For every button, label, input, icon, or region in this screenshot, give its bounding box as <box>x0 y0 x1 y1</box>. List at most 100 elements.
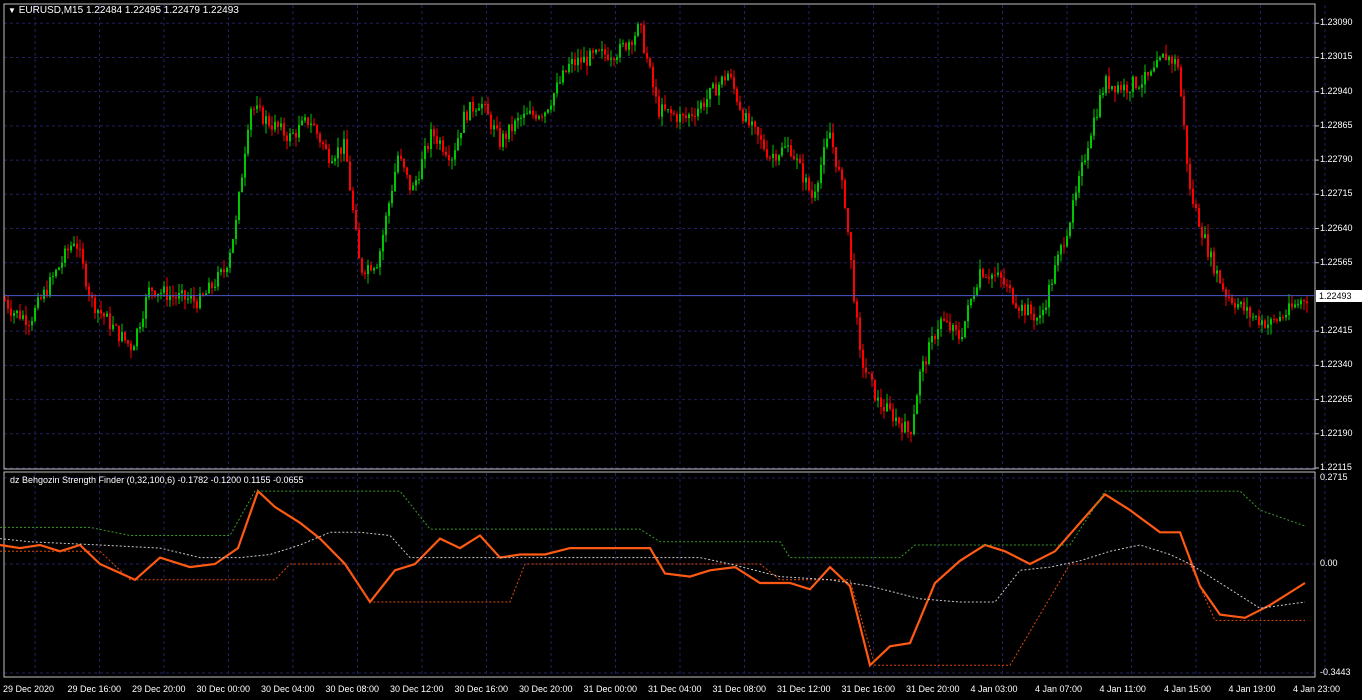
candle-body <box>1087 148 1089 161</box>
candle-body <box>274 121 276 130</box>
candle-body <box>1138 87 1140 89</box>
candle-body <box>1084 160 1086 163</box>
candle-body <box>325 144 327 149</box>
candle-body <box>316 125 318 134</box>
candle-body <box>997 272 999 275</box>
candle-body <box>826 138 828 148</box>
candle-body <box>1018 307 1020 311</box>
candle-body <box>1060 245 1062 255</box>
candle-body <box>76 243 78 249</box>
price-tick-label: 1.22940 <box>1320 85 1353 96</box>
candle-body <box>472 101 474 112</box>
candle-body <box>868 372 870 374</box>
candle-body <box>796 158 798 160</box>
candle-body <box>583 56 585 63</box>
time-tick-label: 4 Jan 15:00 <box>1164 684 1212 694</box>
candle-body <box>496 125 498 129</box>
candle-body <box>1192 189 1194 204</box>
candle-body <box>184 290 186 300</box>
candle-body <box>364 272 366 275</box>
time-tick-label: 29 Dec 2020 <box>3 684 55 694</box>
candle-body <box>1075 192 1077 201</box>
candle-body <box>280 123 282 128</box>
candle-body <box>1270 319 1272 325</box>
time-tick-label: 30 Dec 16:00 <box>454 684 509 694</box>
candle-body <box>517 118 519 121</box>
candle-body <box>367 264 369 275</box>
price-tick-label: 1.22265 <box>1320 393 1353 404</box>
candle-body <box>304 117 306 121</box>
candle-body <box>949 321 951 331</box>
candle-body <box>265 116 267 124</box>
candle-body <box>1180 67 1182 97</box>
candle-body <box>886 403 888 412</box>
candle-body <box>640 24 642 26</box>
candle-body <box>31 321 33 326</box>
candle-body <box>988 277 990 279</box>
candle-body <box>559 82 561 84</box>
candle-body <box>865 367 867 373</box>
candle-body <box>1096 116 1098 118</box>
candle-body <box>958 330 960 340</box>
candle-body <box>763 139 765 150</box>
candle-body <box>1198 208 1200 227</box>
candle-body <box>856 301 858 318</box>
candle-body <box>25 315 27 325</box>
candle-body <box>1105 76 1107 94</box>
candle-body <box>1162 53 1164 58</box>
price-tick-label: 1.22415 <box>1320 325 1353 336</box>
candle-body <box>712 83 714 88</box>
time-tick-label: 30 Dec 08:00 <box>325 684 380 694</box>
candle-body <box>1285 315 1287 318</box>
candle-body <box>1222 283 1224 290</box>
candle-body <box>313 123 315 126</box>
candle-body <box>976 287 978 296</box>
candle-body <box>121 332 123 342</box>
candle-body <box>658 96 660 117</box>
candle-body <box>355 210 357 230</box>
candle-body <box>814 191 816 198</box>
candle-body <box>613 58 615 60</box>
candle-body <box>1024 304 1026 316</box>
candle-body <box>319 133 321 143</box>
candle-body <box>511 124 513 132</box>
candle-body <box>400 155 402 159</box>
collapse-triangle-icon[interactable]: ▼ <box>8 6 16 15</box>
candle-body <box>499 128 501 148</box>
candle-body <box>1249 307 1251 318</box>
candle-body <box>1147 72 1149 76</box>
candle-body <box>70 245 72 251</box>
candle-body <box>283 123 285 136</box>
candle-body <box>1120 85 1122 91</box>
candle-body <box>1111 85 1113 89</box>
candle-body <box>895 417 897 422</box>
time-tick-label: 30 Dec 12:00 <box>390 684 444 694</box>
candle-body <box>823 147 825 166</box>
candle-body <box>16 310 18 314</box>
candle-body <box>952 325 954 331</box>
candle-body <box>961 337 963 340</box>
trading-chart[interactable] <box>0 0 1362 700</box>
time-tick-label: 29 Dec 20:00 <box>132 684 186 694</box>
candle-body <box>103 313 105 317</box>
candle-body <box>385 215 387 235</box>
candle-body <box>145 297 147 319</box>
candle-body <box>691 114 693 116</box>
candle-body <box>463 111 465 133</box>
candle-body <box>118 325 120 342</box>
candle-body <box>379 251 381 268</box>
candle-body <box>805 177 807 183</box>
candle-body <box>535 114 537 119</box>
candle-body <box>160 292 162 294</box>
candle-body <box>649 58 651 67</box>
candle-body <box>820 165 822 183</box>
candle-body <box>748 113 750 126</box>
price-tick-label: 1.22340 <box>1320 359 1353 370</box>
candle-body <box>721 76 723 85</box>
candle-body <box>901 423 903 433</box>
candle-body <box>526 113 528 115</box>
candle-body <box>487 103 489 115</box>
time-tick-label: 30 Dec 00:00 <box>196 684 251 694</box>
candle-body <box>493 125 495 130</box>
candle-body <box>328 148 330 163</box>
